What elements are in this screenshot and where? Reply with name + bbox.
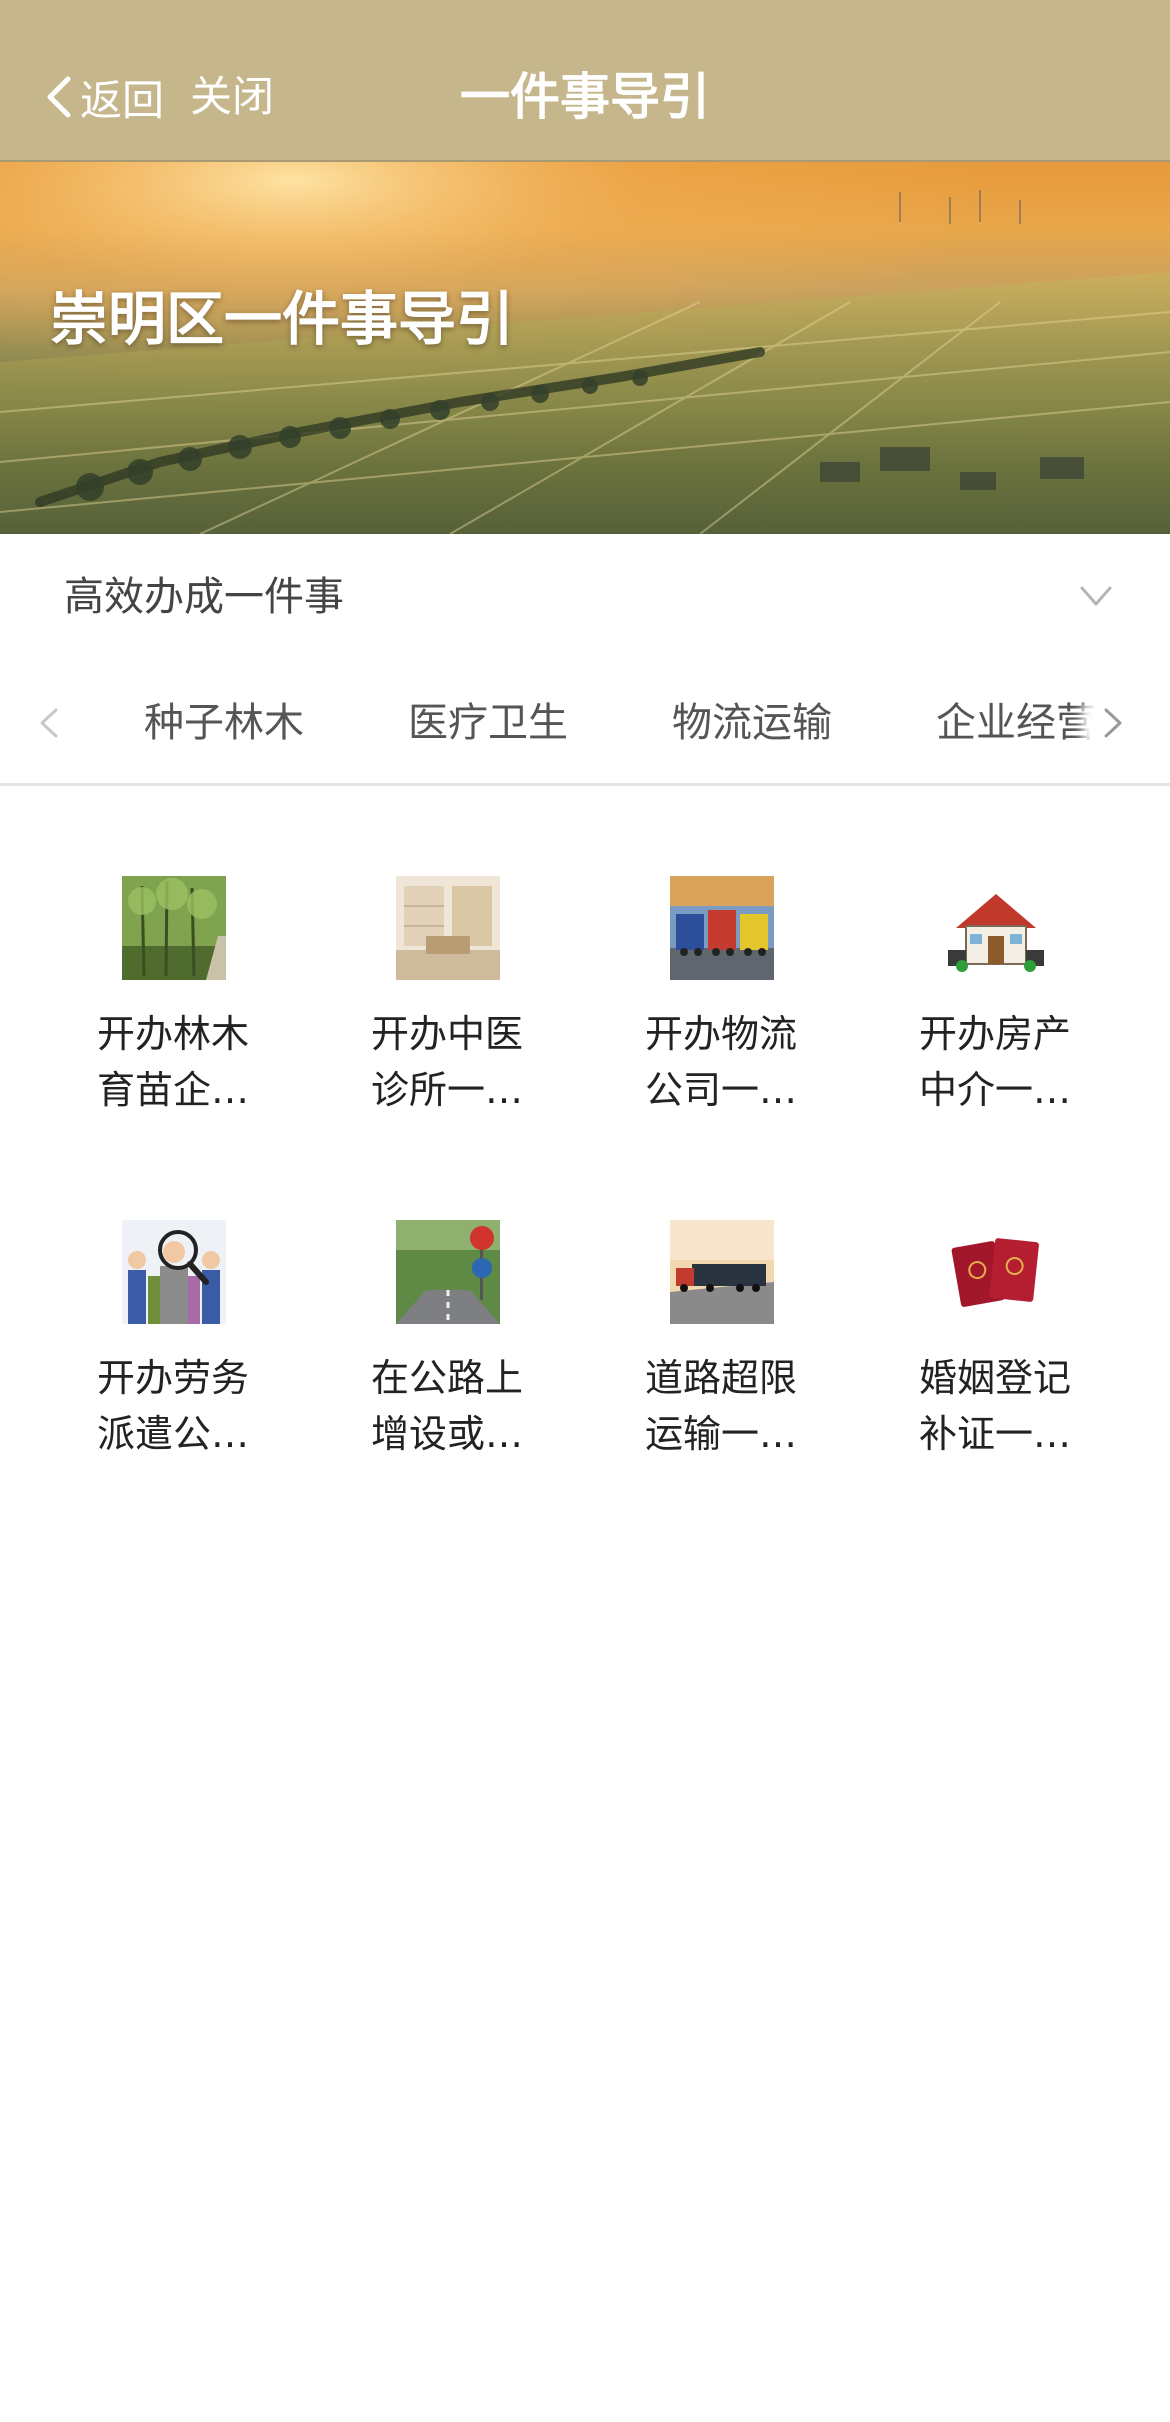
item-label-line2: 育苗企… xyxy=(96,1068,249,1112)
tab-medical-health[interactable]: 医疗卫生 xyxy=(408,660,568,783)
grid-item[interactable]: 开办中医 诊所一… xyxy=(310,860,584,1180)
grid-item[interactable]: 在公路上 增设或… xyxy=(310,1204,584,1524)
grid-item[interactable]: 开办劳务 派遣公… xyxy=(36,1204,310,1524)
item-label-line1: 开办房产 xyxy=(918,1012,1071,1056)
navbar: 返回 关闭 一件事导引 xyxy=(0,0,1170,162)
banner-image: 崇明区一件事导引 xyxy=(0,162,1170,534)
item-label-line2: 公司一… xyxy=(644,1068,797,1112)
category-label: 高效办成一件事 xyxy=(64,574,344,620)
category-dropdown[interactable]: 高效办成一件事 xyxy=(0,534,1170,660)
grid-item[interactable]: 开办房产 中介一… xyxy=(858,860,1132,1180)
item-label: 开办房产 中介一… xyxy=(858,1006,1132,1118)
item-label: 道路超限 运输一… xyxy=(584,1350,858,1462)
forest-icon xyxy=(122,876,226,980)
item-label-line2: 运输一… xyxy=(644,1412,797,1456)
tab-logistics[interactable]: 物流运输 xyxy=(672,660,832,783)
page-title: 一件事导引 xyxy=(460,68,710,126)
tab-seed-forestry[interactable]: 种子林木 xyxy=(144,660,304,783)
grid-item[interactable]: 婚姻登记 补证一… xyxy=(858,1204,1132,1524)
item-label-line2: 中介一… xyxy=(918,1068,1071,1112)
item-label-line1: 开办林木 xyxy=(96,1012,249,1056)
truck-road-icon xyxy=(670,1220,774,1324)
item-label-line2: 增设或… xyxy=(370,1412,523,1456)
item-label: 婚姻登记 补证一… xyxy=(858,1350,1132,1462)
item-label-line1: 道路超限 xyxy=(644,1356,797,1400)
marriage-certificate-icon xyxy=(944,1220,1048,1324)
grid-item[interactable]: 开办物流 公司一… xyxy=(584,860,858,1180)
chevron-right-icon[interactable] xyxy=(1098,702,1128,744)
item-label-line2: 诊所一… xyxy=(370,1068,523,1112)
category-tabs: 种子林木 医疗卫生 物流运输 企业经营 xyxy=(0,660,1170,786)
house-icon xyxy=(944,876,1048,980)
item-label-line1: 开办物流 xyxy=(644,1012,797,1056)
item-label: 开办物流 公司一… xyxy=(584,1006,858,1118)
road-sign-icon xyxy=(396,1220,500,1324)
chevron-left-icon[interactable] xyxy=(34,702,64,744)
item-label: 开办劳务 派遣公… xyxy=(36,1350,310,1462)
item-label-line1: 开办劳务 xyxy=(96,1356,249,1400)
item-label: 在公路上 增设或… xyxy=(310,1350,584,1462)
tab-business-operation[interactable]: 企业经营 xyxy=(936,660,1096,783)
item-label-line2: 补证一… xyxy=(918,1412,1071,1456)
clinic-icon xyxy=(396,876,500,980)
item-label: 开办林木 育苗企… xyxy=(36,1006,310,1118)
grid-item[interactable]: 道路超限 运输一… xyxy=(584,1204,858,1524)
banner-title: 崇明区一件事导引 xyxy=(50,285,515,353)
workers-magnifier-icon xyxy=(122,1220,226,1324)
item-label-line2: 派遣公… xyxy=(96,1412,249,1456)
item-label: 开办中医 诊所一… xyxy=(310,1006,584,1118)
item-label-line1: 在公路上 xyxy=(370,1356,523,1400)
item-label-line1: 婚姻登记 xyxy=(918,1356,1071,1400)
grid-item[interactable]: 开办林木 育苗企… xyxy=(36,860,310,1180)
chevron-down-icon xyxy=(1080,586,1112,606)
item-label-line1: 开办中医 xyxy=(370,1012,523,1056)
trucks-icon xyxy=(670,876,774,980)
